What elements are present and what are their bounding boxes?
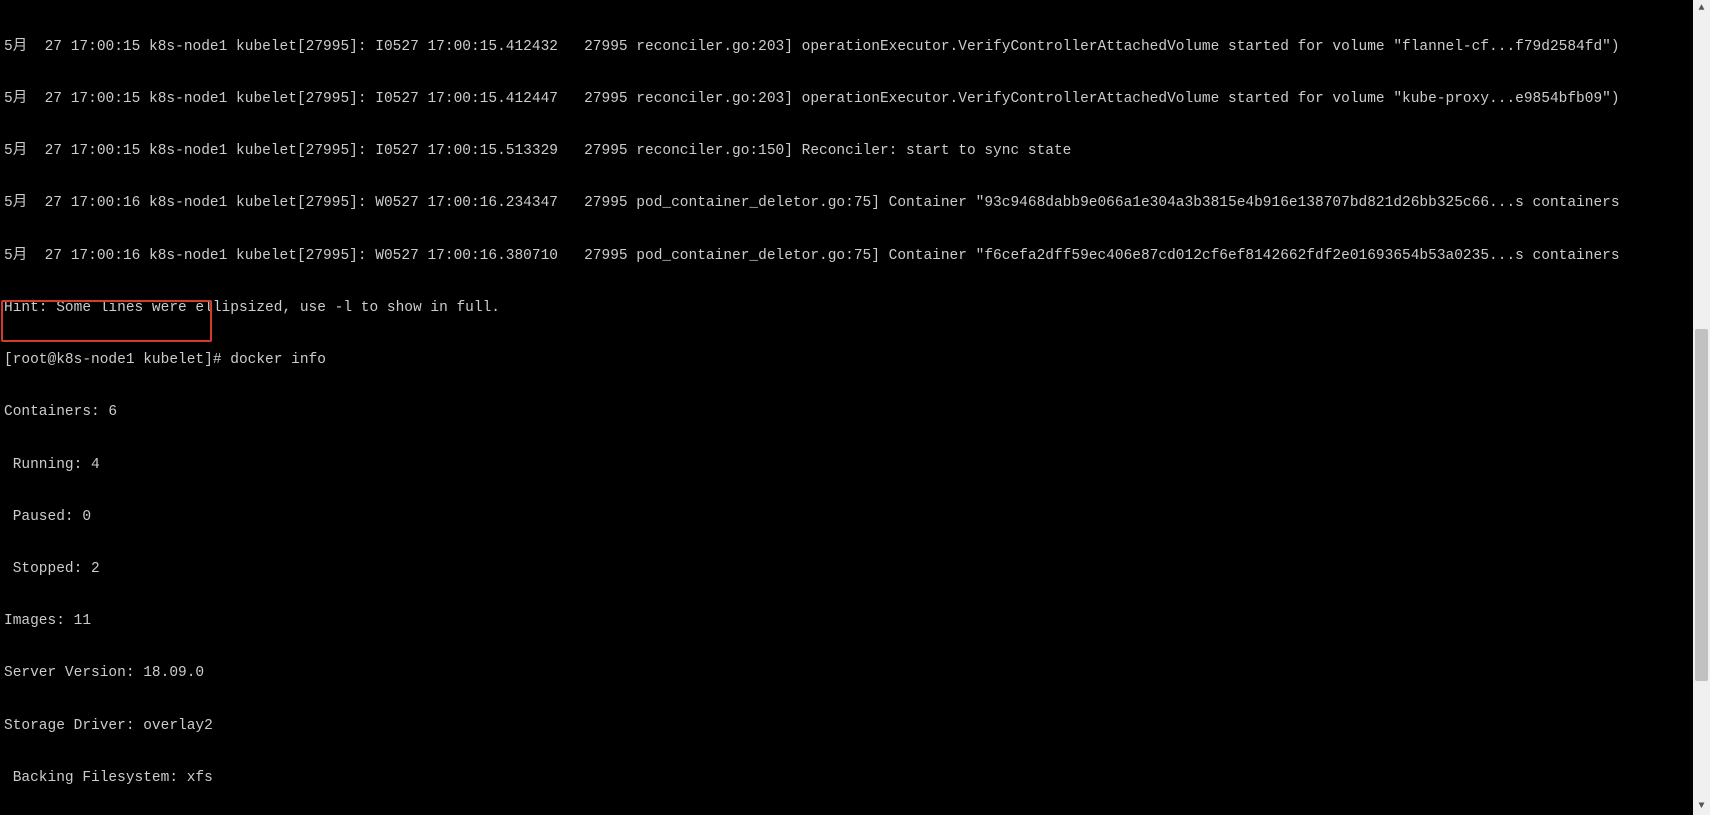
scroll-up-button[interactable]: ▲ — [1693, 0, 1710, 17]
scrollbar-thumb[interactable] — [1695, 329, 1708, 680]
docker-info-line: Images: 11 — [4, 613, 1689, 630]
log-line: 5月 27 17:00:16 k8s-node1 kubelet[27995]:… — [4, 248, 1689, 265]
chevron-up-icon: ▲ — [1698, 0, 1704, 17]
log-line: 5月 27 17:00:16 k8s-node1 kubelet[27995]:… — [4, 195, 1689, 212]
log-line: 5月 27 17:00:15 k8s-node1 kubelet[27995]:… — [4, 143, 1689, 160]
terminal-output: 5月 27 17:00:15 k8s-node1 kubelet[27995]:… — [0, 0, 1693, 815]
scrollbar-track[interactable] — [1693, 17, 1710, 798]
docker-info-line: Running: 4 — [4, 457, 1689, 474]
log-line: 5月 27 17:00:15 k8s-node1 kubelet[27995]:… — [4, 39, 1689, 56]
docker-info-line: Storage Driver: overlay2 — [4, 718, 1689, 735]
shell-prompt[interactable]: [root@k8s-node1 kubelet]# docker info — [4, 352, 1689, 369]
docker-info-line: Stopped: 2 — [4, 561, 1689, 578]
docker-info-line: Containers: 6 — [4, 404, 1689, 421]
chevron-down-icon: ▼ — [1698, 798, 1704, 815]
docker-info-line: Paused: 0 — [4, 509, 1689, 526]
docker-info-line: Server Version: 18.09.0 — [4, 665, 1689, 682]
docker-info-line: Backing Filesystem: xfs — [4, 770, 1689, 787]
log-line: 5月 27 17:00:15 k8s-node1 kubelet[27995]:… — [4, 91, 1689, 108]
hint-line: Hint: Some lines were ellipsized, use -l… — [4, 300, 1689, 317]
vertical-scrollbar[interactable]: ▲ ▼ — [1693, 0, 1710, 815]
scroll-down-button[interactable]: ▼ — [1693, 798, 1710, 815]
